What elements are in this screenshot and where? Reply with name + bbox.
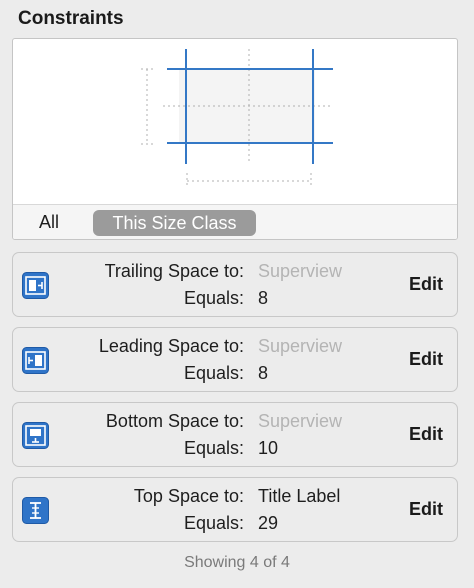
constraint-card-trailing[interactable]: Trailing Space to: Superview Equals: 8 E… — [12, 252, 458, 317]
constraint-target: Superview — [258, 336, 343, 356]
equals-label: Equals: — [183, 513, 244, 533]
filter-size-class-tab[interactable]: This Size Class — [93, 210, 256, 236]
equals-label: Equals: — [183, 438, 244, 458]
bottom-space-icon — [22, 422, 49, 449]
edit-button[interactable]: Edit — [409, 274, 443, 295]
constraint-card-bottom[interactable]: Bottom Space to: Superview Equals: 10 Ed… — [12, 402, 458, 467]
constraint-target: Title Label — [258, 486, 341, 506]
edit-button[interactable]: Edit — [409, 424, 443, 445]
edit-button[interactable]: Edit — [409, 349, 443, 370]
equals-label: Equals: — [183, 288, 244, 308]
constraint-label: Bottom Space to: — [105, 411, 244, 431]
constraint-target: Superview — [258, 411, 343, 431]
top-space-icon — [22, 497, 49, 524]
panel-title: Constraints — [18, 8, 124, 29]
constraint-label: Leading Space to: — [98, 336, 244, 356]
constraint-target: Superview — [258, 261, 343, 281]
constraint-value: 8 — [258, 363, 269, 383]
size-class-filter: All This Size Class — [13, 204, 457, 239]
constraint-count: Showing 4 of 4 — [184, 554, 290, 571]
constraint-value: 29 — [258, 513, 279, 533]
constraint-label: Top Space to: — [133, 486, 244, 506]
constraint-diagram-graphic — [141, 49, 333, 187]
equals-label: Equals: — [183, 363, 244, 383]
filter-all-tab[interactable]: All — [39, 212, 59, 233]
constraint-card-leading[interactable]: Leading Space to: Superview Equals: 8 Ed… — [12, 327, 458, 392]
trailing-space-icon — [22, 272, 49, 299]
constraint-value: 8 — [258, 288, 269, 308]
constraint-value: 10 — [258, 438, 279, 458]
leading-space-icon — [22, 347, 49, 374]
constraints-diagram: All This Size Class — [12, 38, 458, 240]
constraint-label: Trailing Space to: — [104, 261, 244, 281]
edit-button[interactable]: Edit — [409, 499, 443, 520]
constraint-card-top[interactable]: Top Space to: Title Label Equals: 29 Edi… — [12, 477, 458, 542]
